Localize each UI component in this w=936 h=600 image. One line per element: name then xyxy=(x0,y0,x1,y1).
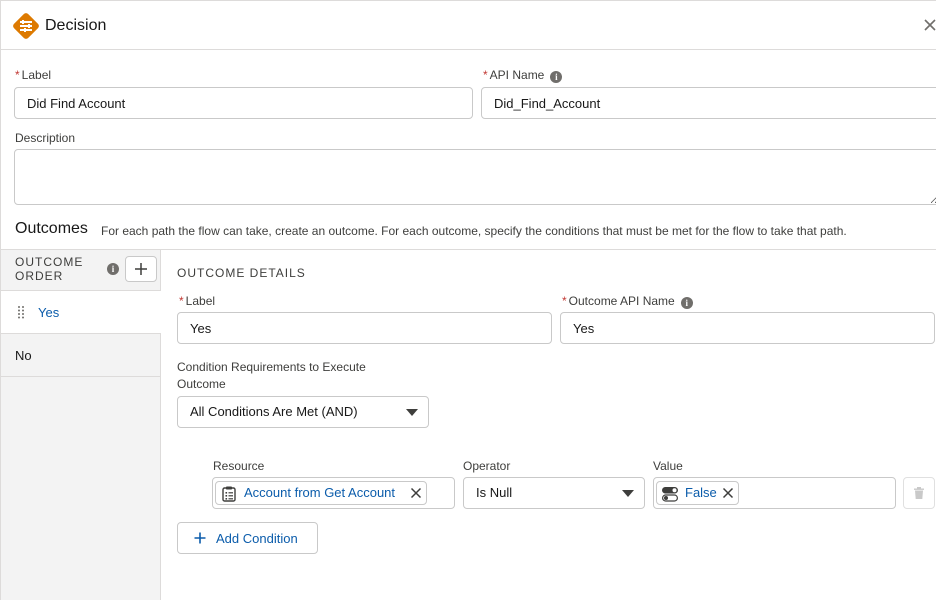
record-icon xyxy=(222,486,236,502)
description-field-label: Description xyxy=(15,131,76,145)
condition-requirements-label: Condition Requirements to Execute Outcom… xyxy=(177,360,366,391)
operator-select[interactable]: Is Null xyxy=(463,477,645,509)
dialog-header: Decision xyxy=(1,1,936,50)
outcome-details-heading: OUTCOME DETAILS xyxy=(177,266,306,280)
outcome-item-yes[interactable]: Yes xyxy=(1,291,161,334)
condition-requirements-select[interactable]: All Conditions Are Met (AND) xyxy=(177,396,429,428)
operator-label: Operator xyxy=(463,459,511,473)
trash-icon xyxy=(914,487,924,499)
outcome-order-header: OUTCOME ORDER i xyxy=(1,250,161,291)
label-field-label: * Label xyxy=(15,68,52,82)
resource-pill-label: Account from Get Account xyxy=(244,485,396,500)
selected-option: Is Null xyxy=(476,485,513,500)
add-condition-button[interactable]: Add Condition xyxy=(177,522,318,554)
add-outcome-button[interactable] xyxy=(125,256,157,282)
info-icon[interactable]: i xyxy=(107,263,119,275)
plus-icon xyxy=(194,532,206,544)
outcomes-help-text: For each path the flow can take, create … xyxy=(101,224,847,238)
value-pill[interactable]: False xyxy=(656,481,739,505)
toggle-icon xyxy=(662,487,679,502)
plus-icon xyxy=(135,263,147,275)
resource-input[interactable]: Account from Get Account xyxy=(212,477,455,509)
chevron-down-icon xyxy=(622,490,634,497)
value-pill-label: False xyxy=(685,485,717,500)
description-textarea[interactable] xyxy=(14,149,936,205)
required-marker: * xyxy=(483,68,488,82)
outcome-api-name-field-label: * Outcome API Name i xyxy=(562,294,693,309)
outcome-label-field-label: * Label xyxy=(179,294,216,308)
outcome-item-label: Yes xyxy=(38,305,60,320)
outcomes-title: Outcomes xyxy=(15,220,88,237)
close-icon[interactable] xyxy=(923,18,936,32)
resource-pill[interactable]: Account from Get Account xyxy=(215,481,427,505)
add-condition-label: Add Condition xyxy=(216,531,298,546)
api-name-input[interactable] xyxy=(481,87,936,119)
outcome-label-input[interactable] xyxy=(177,312,552,344)
required-marker: * xyxy=(179,294,184,308)
info-icon[interactable]: i xyxy=(680,297,693,309)
label-input[interactable] xyxy=(14,87,473,119)
close-icon[interactable] xyxy=(410,487,422,499)
value-label: Value xyxy=(653,459,683,473)
resource-label: Resource xyxy=(213,459,265,473)
decision-icon xyxy=(13,13,39,39)
outcome-item-no[interactable]: No xyxy=(1,334,161,377)
api-name-field-label: * API Name i xyxy=(483,68,563,83)
outcome-order-label: OUTCOME ORDER xyxy=(15,255,84,283)
delete-condition-button[interactable] xyxy=(903,477,935,509)
close-icon[interactable] xyxy=(722,487,734,499)
dialog-title: Decision xyxy=(45,17,107,34)
decision-dialog: Decision *Label *API Namei Description O… xyxy=(0,0,936,600)
info-icon[interactable]: i xyxy=(550,71,563,83)
required-marker: * xyxy=(562,294,567,308)
value-input[interactable]: False xyxy=(653,477,896,509)
outcome-item-label: No xyxy=(15,348,32,363)
required-marker: * xyxy=(15,68,20,82)
outcome-order-sidebar: OUTCOME ORDER i Yes No xyxy=(1,250,161,600)
outcome-api-name-input[interactable] xyxy=(560,312,935,344)
selected-option: All Conditions Are Met (AND) xyxy=(190,404,358,419)
drag-handle-icon[interactable] xyxy=(17,305,25,319)
chevron-down-icon xyxy=(406,409,418,416)
